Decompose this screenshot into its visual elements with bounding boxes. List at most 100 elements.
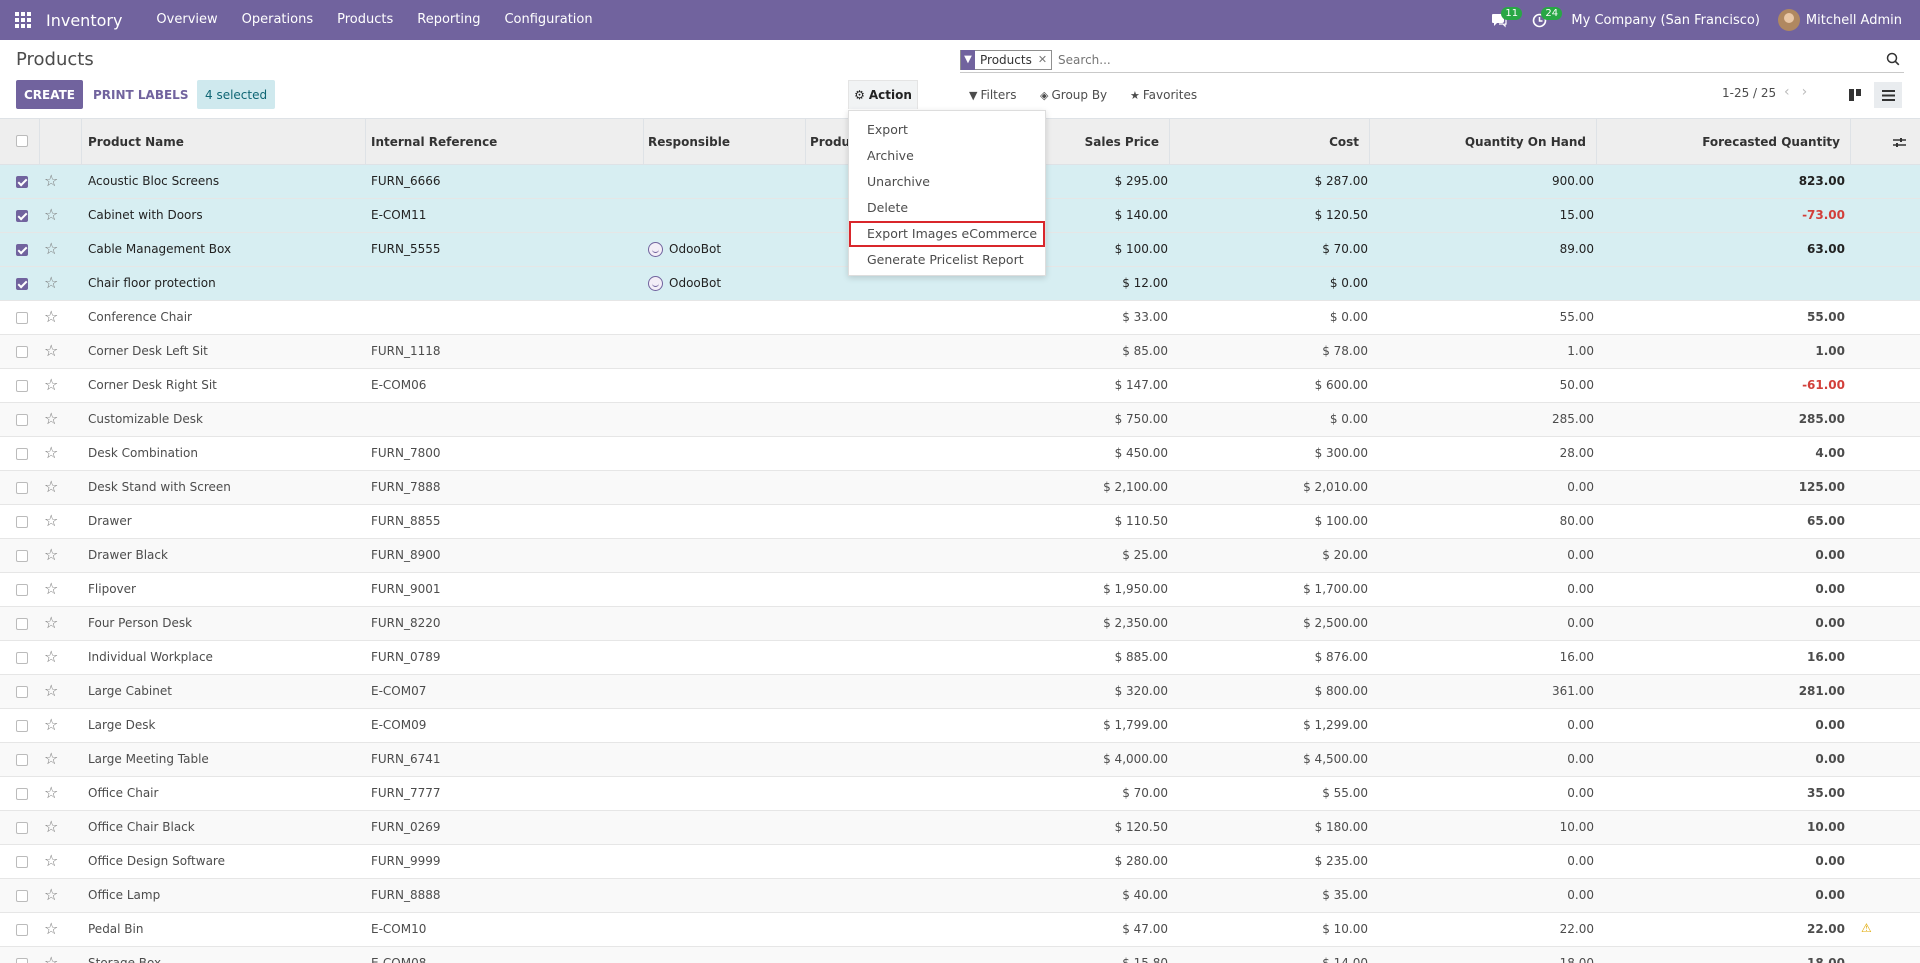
table-row[interactable]: ☆ Corner Desk Left Sit FURN_1118 $ 85.00 $ 7… (0, 335, 1920, 369)
menu-item-export[interactable]: Export (849, 117, 1045, 143)
star-icon[interactable]: ☆ (44, 818, 58, 836)
table-row[interactable]: ☆ Storage Box E-COM08 $ 15.80 $ 14.00 18.00 18… (0, 947, 1920, 963)
star-icon[interactable]: ☆ (44, 240, 58, 258)
table-row[interactable]: ☆ Large Meeting Table FURN_6741 $ 4,000.00 $… (0, 743, 1920, 777)
row-checkbox[interactable] (16, 856, 28, 868)
table-row[interactable]: ☆ Office Chair Black FURN_0269 $ 120.50 $ 18… (0, 811, 1920, 845)
row-checkbox[interactable] (16, 686, 28, 698)
row-checkbox[interactable] (16, 550, 28, 562)
menu-item-archive[interactable]: Archive (849, 143, 1045, 169)
table-row[interactable]: ☆ Corner Desk Right Sit E-COM06 $ 147.00 $ 6… (0, 369, 1920, 403)
star-icon[interactable]: ☆ (44, 750, 58, 768)
column-responsible[interactable]: Responsible (644, 119, 806, 165)
row-checkbox[interactable] (16, 380, 28, 392)
row-checkbox[interactable] (16, 958, 28, 963)
pager-value[interactable]: 1-25 / 25 (1722, 86, 1776, 100)
table-row[interactable]: ☆ Desk Stand with Screen FURN_7888 $ 2,100.… (0, 471, 1920, 505)
table-row[interactable]: ☆ Drawer FURN_8855 $ 110.50 $ 100.00 80.00 65.… (0, 505, 1920, 539)
table-row[interactable]: ☆ Pedal Bin E-COM10 $ 47.00 $ 10.00 22.00 22.0… (0, 913, 1920, 947)
row-checkbox[interactable] (16, 788, 28, 800)
row-checkbox[interactable] (16, 244, 28, 256)
column-cost[interactable]: Cost (1170, 119, 1370, 165)
star-icon[interactable]: ☆ (44, 376, 58, 394)
pager-arrows[interactable]: ‹› (1784, 84, 1819, 100)
row-checkbox[interactable] (16, 584, 28, 596)
row-checkbox[interactable] (16, 448, 28, 460)
table-row[interactable]: ☆ Desk Combination FURN_7800 $ 450.00 $ 300.… (0, 437, 1920, 471)
menu-configuration[interactable]: Configuration (492, 0, 604, 40)
star-icon[interactable]: ☆ (44, 716, 58, 734)
star-icon[interactable]: ☆ (44, 206, 58, 224)
row-checkbox[interactable] (16, 414, 28, 426)
row-checkbox[interactable] (16, 652, 28, 664)
menu-item-delete[interactable]: Delete (849, 195, 1045, 221)
star-icon[interactable]: ☆ (44, 682, 58, 700)
star-icon[interactable]: ☆ (44, 954, 58, 963)
table-row[interactable]: ☆ Office Design Software FURN_9999 $ 280.00… (0, 845, 1920, 879)
table-row[interactable]: ☆ Four Person Desk FURN_8220 $ 2,350.00 $ 2,… (0, 607, 1920, 641)
star-icon[interactable]: ☆ (44, 852, 58, 870)
row-checkbox[interactable] (16, 924, 28, 936)
table-row[interactable]: ☆ Customizable Desk $ 750.00 $ 0.00 285.00 28… (0, 403, 1920, 437)
close-icon[interactable]: ✕ (1038, 53, 1047, 66)
table-row[interactable]: ☆ Large Desk E-COM09 $ 1,799.00 $ 1,299.00 0.… (0, 709, 1920, 743)
menu-operations[interactable]: Operations (230, 0, 325, 40)
menu-item-export-images-ecommerce[interactable]: Export Images eCommerce (849, 221, 1045, 247)
create-button[interactable]: CREATE (16, 80, 83, 109)
company-switcher[interactable]: My Company (San Francisco) (1571, 13, 1759, 28)
row-checkbox[interactable] (16, 890, 28, 902)
row-checkbox[interactable] (16, 176, 28, 188)
table-row[interactable]: ☆ Office Lamp FURN_8888 $ 40.00 $ 35.00 0.00 0… (0, 879, 1920, 913)
menu-item-generate-pricelist-report[interactable]: Generate Pricelist Report (849, 247, 1045, 273)
menu-overview[interactable]: Overview (144, 0, 229, 40)
table-row[interactable]: ☆ Drawer Black FURN_8900 $ 25.00 $ 20.00 0.00… (0, 539, 1920, 573)
star-icon[interactable]: ☆ (44, 444, 58, 462)
row-checkbox[interactable] (16, 210, 28, 222)
row-checkbox[interactable] (16, 720, 28, 732)
column-quantity-on-hand[interactable]: Quantity On Hand (1370, 119, 1597, 165)
star-icon[interactable]: ☆ (44, 308, 58, 326)
search-input[interactable] (1058, 52, 1839, 67)
table-row[interactable]: ☆ Flipover FURN_9001 $ 1,950.00 $ 1,700.00 0.… (0, 573, 1920, 607)
star-icon[interactable]: ☆ (44, 580, 58, 598)
star-icon[interactable]: ☆ (44, 274, 58, 292)
row-checkbox[interactable] (16, 482, 28, 494)
star-icon[interactable]: ☆ (44, 172, 58, 190)
star-icon[interactable]: ☆ (44, 546, 58, 564)
select-all-checkbox[interactable] (16, 135, 28, 147)
user-menu[interactable]: Mitchell Admin (1777, 9, 1902, 31)
star-icon[interactable]: ☆ (44, 784, 58, 802)
table-row[interactable]: ☆ Large Cabinet E-COM07 $ 320.00 $ 800.00 361… (0, 675, 1920, 709)
star-icon[interactable]: ☆ (44, 512, 58, 530)
messages-button[interactable]: 11 (1479, 0, 1523, 40)
row-checkbox[interactable] (16, 312, 28, 324)
column-product-name[interactable]: Product Name (82, 119, 366, 165)
star-icon[interactable]: ☆ (44, 886, 58, 904)
column-internal-reference[interactable]: Internal Reference (366, 119, 644, 165)
kanban-view-button[interactable] (1841, 82, 1869, 108)
search-icon[interactable] (1886, 52, 1900, 70)
row-checkbox[interactable] (16, 754, 28, 766)
column-forecasted-quantity[interactable]: Forecasted Quantity (1597, 119, 1851, 165)
chevron-right-icon[interactable]: › (1802, 84, 1820, 100)
star-icon[interactable]: ☆ (44, 614, 58, 632)
table-row[interactable]: ☆ Individual Workplace FURN_0789 $ 885.00 $ … (0, 641, 1920, 675)
favorites-button[interactable]: ★ Favorites (1130, 88, 1197, 102)
activities-button[interactable]: 24 (1519, 0, 1563, 40)
menu-products[interactable]: Products (325, 0, 405, 40)
filters-button[interactable]: ▼ Filters (969, 88, 1016, 102)
row-checkbox[interactable] (16, 618, 28, 630)
menu-item-unarchive[interactable]: Unarchive (849, 169, 1045, 195)
optional-columns-toggle[interactable] (1851, 119, 1920, 165)
row-checkbox[interactable] (16, 278, 28, 290)
row-checkbox[interactable] (16, 822, 28, 834)
list-view-button[interactable] (1874, 82, 1902, 108)
star-icon[interactable]: ☆ (44, 648, 58, 666)
star-icon[interactable]: ☆ (44, 410, 58, 428)
star-icon[interactable]: ☆ (44, 342, 58, 360)
chevron-left-icon[interactable]: ‹ (1784, 84, 1802, 100)
row-checkbox[interactable] (16, 516, 28, 528)
print-labels-button[interactable]: PRINT LABELS (93, 80, 188, 109)
action-button[interactable]: ⚙ Action (848, 80, 918, 109)
star-icon[interactable]: ☆ (44, 920, 58, 938)
